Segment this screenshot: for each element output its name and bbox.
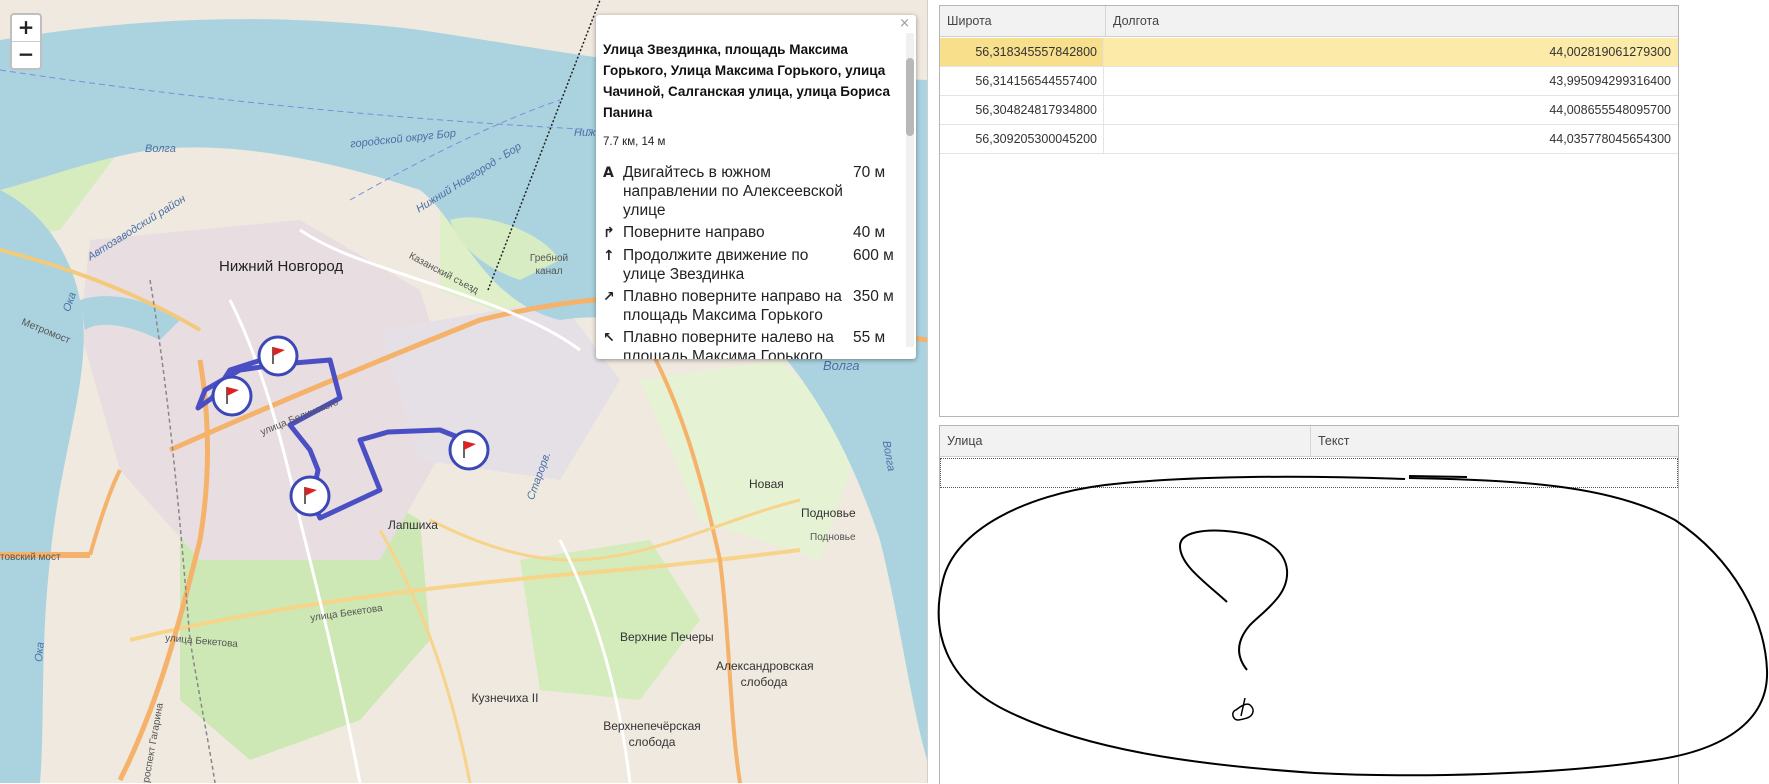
zoom-out-button[interactable]: − <box>12 41 40 68</box>
slight-left-icon: ↖ <box>603 330 615 346</box>
zoom-in-button[interactable]: + <box>12 15 40 41</box>
table-row[interactable]: 56,309205300045200 44,035778045654300 <box>940 125 1678 154</box>
column-header-street[interactable]: Улица <box>940 426 1311 456</box>
table-row[interactable]: 56,304824817934800 44,008655548095700 <box>940 96 1678 125</box>
route-step[interactable]: ↖ Плавно поверните налево на площадь Мак… <box>603 328 893 359</box>
column-header-text[interactable]: Текст <box>1311 426 1678 456</box>
longitude-cell[interactable]: 44,008655548095700 <box>1104 96 1678 124</box>
label-aleksandrovskaya: Александровская слобода <box>716 659 814 689</box>
step-text: Поверните направо <box>623 224 765 241</box>
table-row[interactable]: 56,318345557842800 44,002819061279300 <box>940 38 1678 67</box>
label-verkhnepecherskaya: Верхнепечёрская слобода <box>603 719 701 749</box>
step-text: Плавно поверните налево на площадь Макси… <box>623 329 834 359</box>
close-icon[interactable]: × <box>899 16 910 31</box>
route-step[interactable]: ↑ Продолжите движение по улице Звездинка… <box>603 246 894 284</box>
straight-icon: ↑ <box>603 248 615 264</box>
label-volga-2: Волга <box>823 358 860 373</box>
route-step[interactable]: ↱ Поверните направо 40 м <box>603 223 893 243</box>
coordinates-table[interactable]: Широта Долгота 56,318345557842800 44,002… <box>939 5 1679 417</box>
column-header-longitude[interactable]: Долгота <box>1106 6 1678 36</box>
longitude-cell[interactable]: 44,035778045654300 <box>1104 125 1678 153</box>
depart-icon: A <box>603 165 614 181</box>
latitude-cell[interactable]: 56,304824817934800 <box>940 96 1104 124</box>
route-instructions-panel[interactable]: × Улица Звездинка, площадь Максима Горьк… <box>596 15 916 359</box>
label-podnovye: Подновье <box>801 506 856 520</box>
latitude-cell[interactable]: 56,318345557842800 <box>940 38 1104 66</box>
zoom-control: + − <box>10 13 42 70</box>
step-text: Плавно поверните направо на площадь Макс… <box>623 288 842 324</box>
step-distance: 40 м <box>853 224 886 241</box>
label-nizh: Ниж <box>574 127 596 139</box>
table-row[interactable]: 56,314156544557400 43,995094299316400 <box>940 67 1678 96</box>
step-text: Двигайтесь в южном направлении по Алексе… <box>623 164 843 219</box>
route-marker-4[interactable] <box>288 474 332 518</box>
popup-scrollbar[interactable] <box>906 33 914 347</box>
slight-right-icon: ↗ <box>603 289 615 305</box>
popup-scrollbar-thumb[interactable] <box>906 58 914 136</box>
step-distance: 600 м <box>853 247 894 264</box>
step-distance: 55 м <box>853 329 886 346</box>
label-molitovsky: товский мост <box>0 552 61 563</box>
longitude-cell[interactable]: 43,995094299316400 <box>1104 67 1678 95</box>
label-volga-1: Волга <box>145 143 176 155</box>
latitude-cell[interactable]: 56,309205300045200 <box>940 125 1104 153</box>
table-header: Широта Долгота <box>940 6 1678 37</box>
route-step[interactable]: A Двигайтесь в южном направлении по Алек… <box>603 163 893 220</box>
route-marker-1[interactable] <box>256 334 300 378</box>
route-step[interactable]: ↗ Плавно поверните направо на площадь Ма… <box>603 287 894 325</box>
route-marker-2[interactable] <box>210 374 254 418</box>
hand-drawn-annotation <box>937 475 1769 777</box>
label-podnovye-small: Подновье <box>810 532 856 543</box>
route-map[interactable]: Нижний Новгород Лапшиха Новая Подновье П… <box>0 0 928 783</box>
route-summary: 7.7 км, 14 м <box>603 136 666 148</box>
step-distance: 350 м <box>853 288 894 305</box>
label-verkhnie-pechery: Верхние Печеры <box>620 630 714 644</box>
route-marker-3[interactable] <box>447 428 491 472</box>
step-distance: 70 м <box>853 164 886 181</box>
label-kuznechikha: Кузнечиха II <box>471 691 539 705</box>
longitude-cell[interactable]: 44,002819061279300 <box>1104 38 1678 66</box>
label-novaya: Новая <box>749 477 784 491</box>
column-header-latitude[interactable]: Широта <box>940 6 1106 36</box>
label-nizhny-novgorod: Нижний Новгород <box>219 258 344 275</box>
label-oka-2: Ока <box>33 641 47 663</box>
label-grebnoy-kanal: Гребной канал <box>529 253 569 277</box>
table-header: Улица Текст <box>940 426 1678 457</box>
step-text: Продолжите движение по улице Звездинка <box>623 247 809 283</box>
route-title: Улица Звездинка, площадь Максима Горьког… <box>603 42 890 120</box>
route-steps: A Двигайтесь в южном направлении по Алек… <box>603 163 894 359</box>
latitude-cell[interactable]: 56,314156544557400 <box>940 67 1104 95</box>
label-lapshikha: Лапшиха <box>388 518 438 532</box>
turn-right-icon: ↱ <box>603 225 615 241</box>
